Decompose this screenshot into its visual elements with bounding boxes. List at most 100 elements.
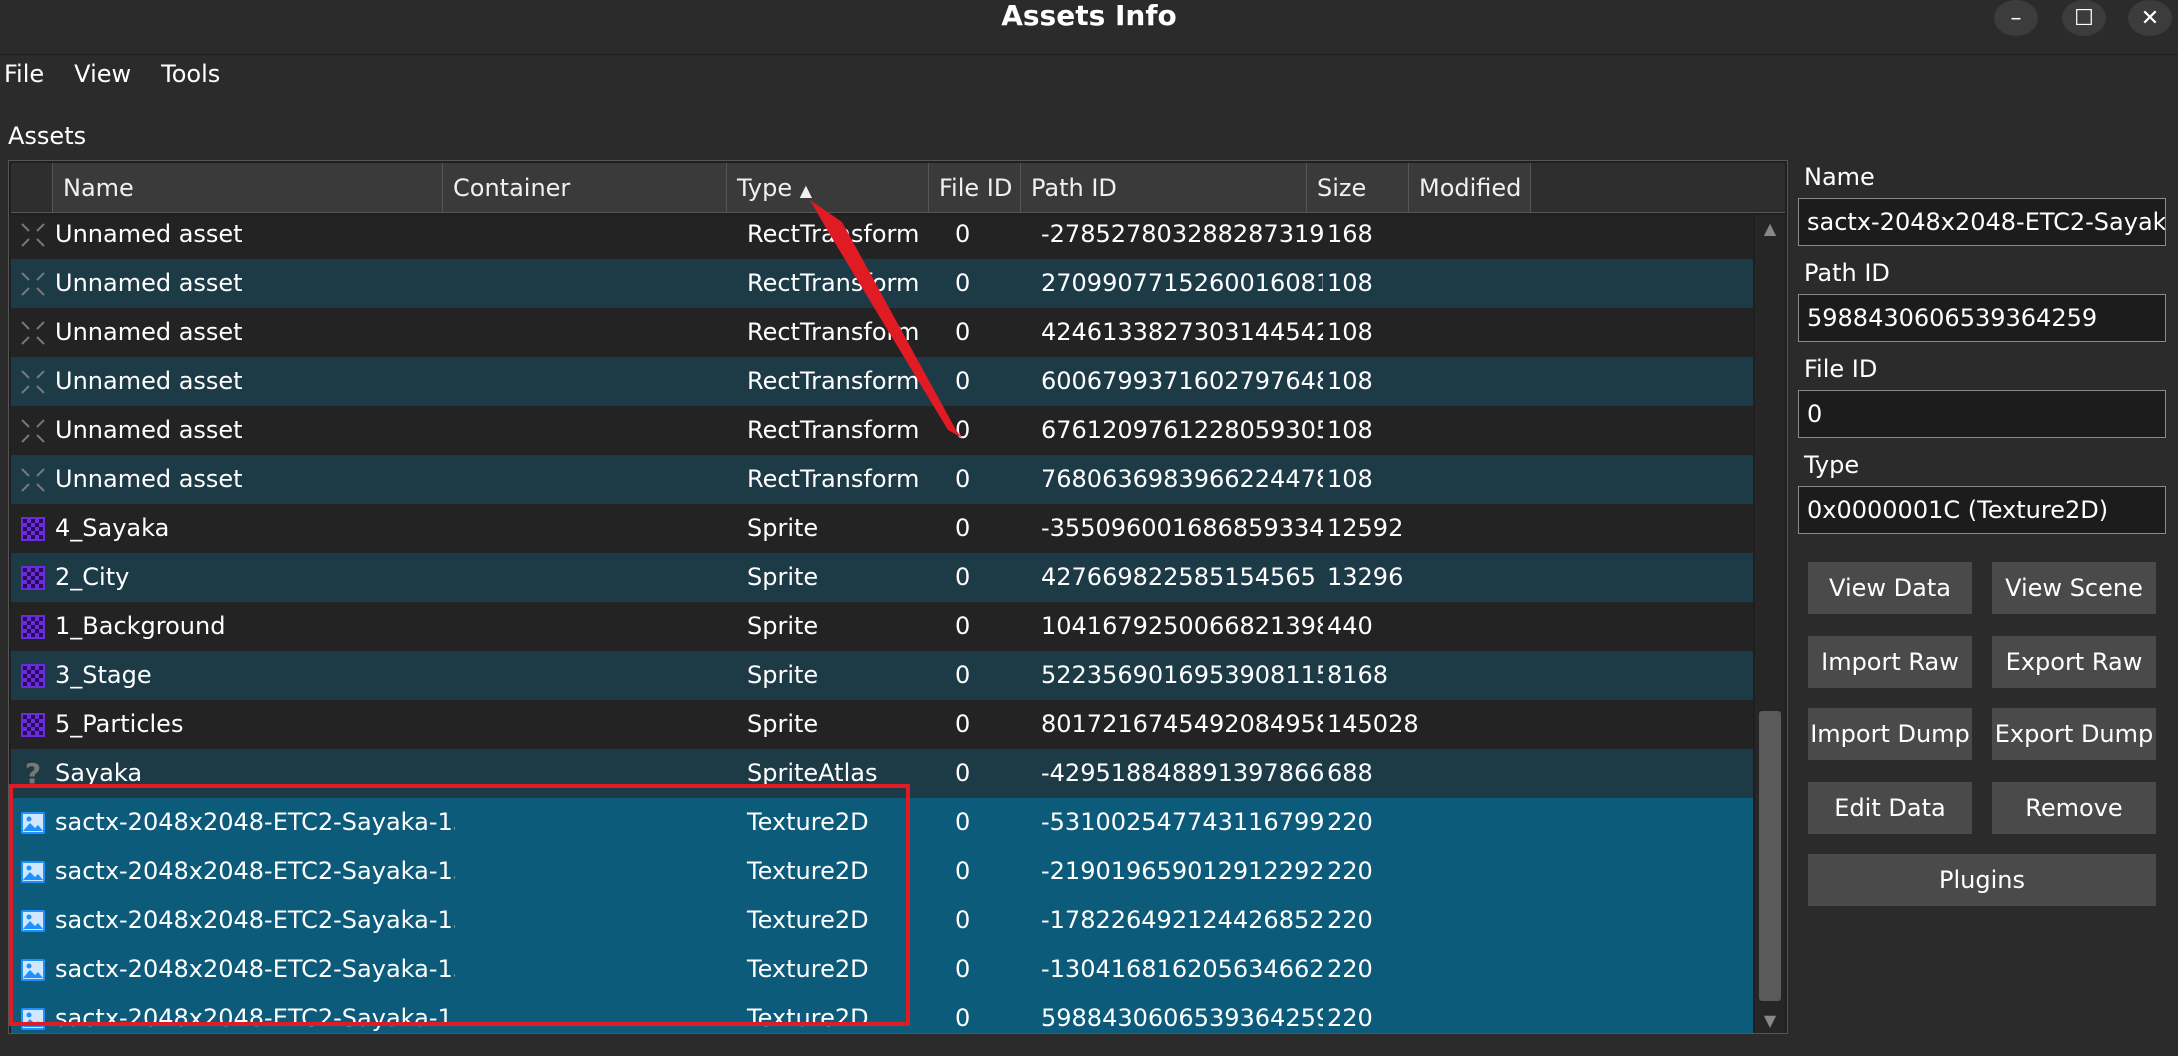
cell-file-id: 0: [955, 612, 971, 640]
menu-bar: File View Tools: [0, 56, 246, 92]
cell-path-id: 8017216745492084958: [1041, 710, 1323, 738]
menu-file[interactable]: File: [0, 56, 48, 92]
cell-file-id: 0: [955, 710, 971, 738]
cell-name: 5_Particles: [55, 710, 184, 738]
export-dump-button[interactable]: Export Dump: [1992, 708, 2156, 760]
cell-type: RectTransform: [747, 367, 920, 395]
table-row[interactable]: Unnamed asset RectTransform 0 2709907715260…: [11, 259, 1753, 308]
cell-name: Unnamed asset: [55, 318, 243, 346]
type-field[interactable]: 0x0000001C (Texture2D): [1798, 486, 2166, 534]
cell-type: Sprite: [747, 514, 819, 542]
cell-container: [455, 602, 743, 651]
cell-type: Sprite: [747, 710, 819, 738]
cell-file-id: 0: [955, 318, 971, 346]
cell-file-id: 0: [955, 759, 971, 787]
table-row[interactable]: 3_Stage Sprite 0 5223569016953908115 8168: [11, 651, 1753, 700]
minimize-icon: –: [2010, 5, 2022, 31]
edit-data-button[interactable]: Edit Data: [1808, 782, 1972, 834]
cell-size: 108: [1327, 465, 1373, 493]
cell-path-id: -4295188488913978668: [1041, 759, 1323, 787]
cell-path-id: -1782264921244268528: [1041, 906, 1323, 934]
table-row[interactable]: 2_City Sprite 0 427669822585154565 13296: [11, 553, 1753, 602]
table-row[interactable]: 5_Particles Sprite 0 8017216745492084958 145…: [11, 700, 1753, 749]
cell-name: Unnamed asset: [55, 220, 243, 248]
cell-name: 3_Stage: [55, 661, 152, 689]
header-file-id[interactable]: File ID: [929, 163, 1021, 213]
close-button[interactable]: ✕: [2128, 0, 2172, 36]
scroll-down-icon[interactable]: ▼: [1755, 1007, 1785, 1033]
table-row[interactable]: Unnamed asset RectTransform 0 6006799371602…: [11, 357, 1753, 406]
export-raw-button[interactable]: Export Raw: [1992, 636, 2156, 688]
title-bar: Assets Info – ☐ ✕: [0, 0, 2178, 55]
table-header: Name Container Type ▲ File ID Path ID Si…: [11, 163, 1785, 213]
cell-size: 108: [1327, 416, 1373, 444]
cell-name: Unnamed asset: [55, 269, 243, 297]
cell-size: 220: [1327, 857, 1373, 885]
cell-path-id: 1041679250066821398: [1041, 612, 1323, 640]
table-row[interactable]: Unnamed asset RectTransform 0 4246133827303…: [11, 308, 1753, 357]
close-icon: ✕: [2140, 5, 2160, 31]
cell-file-id: 0: [955, 367, 971, 395]
cell-file-id: 0: [955, 269, 971, 297]
header-container[interactable]: Container: [443, 163, 727, 213]
header-name[interactable]: Name: [53, 163, 443, 213]
cell-type: Sprite: [747, 563, 819, 591]
header-modified[interactable]: Modified: [1409, 163, 1531, 213]
table-row[interactable]: Unnamed asset RectTransform 0 6761209761228…: [11, 406, 1753, 455]
cell-type: Sprite: [747, 661, 819, 689]
vertical-scrollbar[interactable]: ▲ ▼: [1755, 215, 1785, 1033]
path-id-label: Path ID: [1804, 259, 1890, 287]
cell-name: Unnamed asset: [55, 465, 243, 493]
rect-transform-icon: [11, 308, 55, 357]
cell-path-id: 5223569016953908115: [1041, 661, 1323, 689]
cell-size: 145028: [1327, 710, 1419, 738]
cell-path-id: -2190196590129122924: [1041, 857, 1323, 885]
cell-size: 220: [1327, 808, 1373, 836]
table-row[interactable]: Unnamed asset RectTransform 0 -278527803288…: [11, 215, 1753, 259]
cell-path-id: -2785278032882873195: [1041, 220, 1323, 248]
cell-size: 108: [1327, 367, 1373, 395]
header-path-id[interactable]: Path ID: [1021, 163, 1307, 213]
cell-path-id: 7680636983966224478: [1041, 465, 1323, 493]
header-size[interactable]: Size: [1307, 163, 1409, 213]
menu-view[interactable]: View: [70, 56, 135, 92]
minimize-button[interactable]: –: [1994, 0, 2038, 36]
cell-type: Sprite: [747, 612, 819, 640]
name-field[interactable]: sactx-2048x2048-ETC2-Sayaka-15: [1798, 198, 2166, 246]
header-type-label: Type: [737, 174, 793, 202]
cell-type: RectTransform: [747, 416, 920, 444]
details-panel: Name sactx-2048x2048-ETC2-Sayaka-15 Path…: [1796, 160, 2168, 544]
view-data-button[interactable]: View Data: [1808, 562, 1972, 614]
header-icon-col: [11, 163, 53, 213]
cell-size: 220: [1327, 955, 1373, 983]
file-id-field[interactable]: 0: [1798, 390, 2166, 438]
menu-tools[interactable]: Tools: [157, 56, 224, 92]
cell-size: 12592: [1327, 514, 1404, 542]
path-id-field[interactable]: 5988430606539364259: [1798, 294, 2166, 342]
file-id-label: File ID: [1804, 355, 1878, 383]
import-raw-button[interactable]: Import Raw: [1808, 636, 1972, 688]
header-type[interactable]: Type ▲: [727, 163, 929, 213]
cell-size: 220: [1327, 906, 1373, 934]
cell-file-id: 0: [955, 1004, 971, 1032]
view-scene-button[interactable]: View Scene: [1992, 562, 2156, 614]
table-row[interactable]: Unnamed asset RectTransform 0 7680636983966…: [11, 455, 1753, 504]
table-row[interactable]: 4_Sayaka Sprite 0 -3550960016868593341 12592: [11, 504, 1753, 553]
cell-file-id: 0: [955, 563, 971, 591]
scroll-thumb[interactable]: [1759, 711, 1781, 1001]
maximize-button[interactable]: ☐: [2062, 0, 2106, 36]
cell-path-id: 4246133827303144542: [1041, 318, 1323, 346]
scroll-up-icon[interactable]: ▲: [1755, 215, 1785, 241]
import-dump-button[interactable]: Import Dump: [1808, 708, 1972, 760]
table-row[interactable]: 1_Background Sprite 0 1041679250066821398 44…: [11, 602, 1753, 651]
plugins-button[interactable]: Plugins: [1808, 854, 2156, 906]
remove-button[interactable]: Remove: [1992, 782, 2156, 834]
cell-size: 108: [1327, 318, 1373, 346]
cell-size: 688: [1327, 759, 1373, 787]
cell-path-id: 427669822585154565: [1041, 563, 1316, 591]
cell-path-id: 2709907715260016081: [1041, 269, 1323, 297]
window-title: Assets Info: [1001, 0, 1177, 32]
assets-label: Assets: [8, 122, 87, 150]
cell-size: 440: [1327, 612, 1373, 640]
rect-transform-icon: [11, 259, 55, 308]
